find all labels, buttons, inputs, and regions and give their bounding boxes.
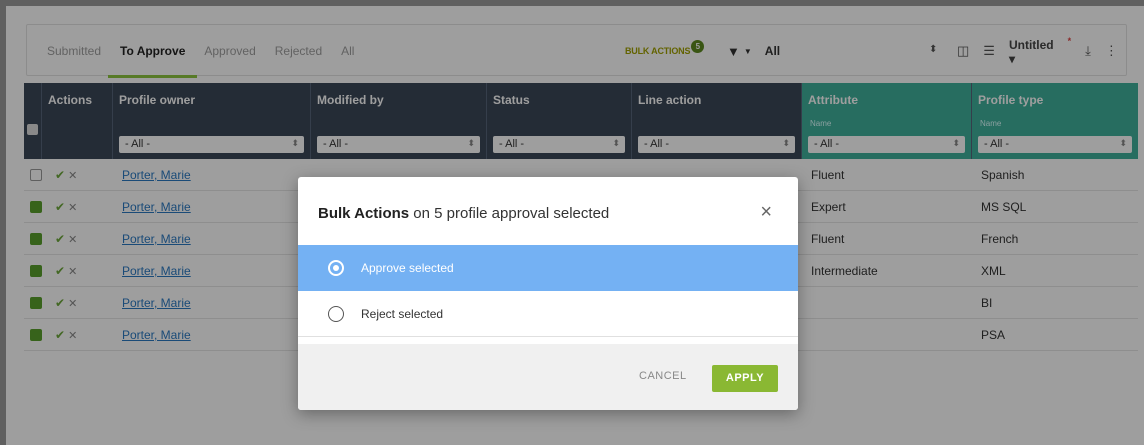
apply-button[interactable]: APPLY — [712, 365, 778, 392]
bulk-actions-dialog: Bulk Actions on 5 profile approval selec… — [298, 177, 798, 410]
close-icon[interactable]: × — [760, 201, 772, 224]
option-approve-selected[interactable]: Approve selected — [298, 245, 798, 291]
option-reject-selected[interactable]: Reject selected — [298, 291, 798, 337]
option-reject-label: Reject selected — [361, 306, 444, 321]
dialog-title: Bulk Actions on 5 profile approval selec… — [318, 205, 609, 222]
cancel-button[interactable]: CANCEL — [639, 370, 687, 382]
dialog-footer: CANCEL APPLY — [298, 344, 798, 410]
radio-reject[interactable] — [328, 305, 344, 322]
dialog-title-bold: Bulk Actions — [318, 205, 410, 222]
radio-approve[interactable] — [328, 260, 344, 276]
dialog-title-rest: on 5 profile approval selected — [409, 205, 610, 222]
option-approve-label: Approve selected — [361, 261, 454, 275]
